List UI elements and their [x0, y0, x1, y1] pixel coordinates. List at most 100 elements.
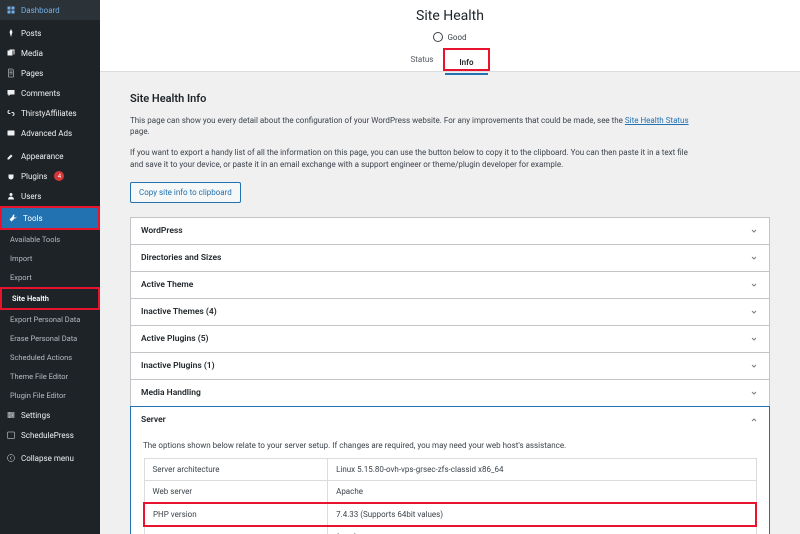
content-body: Site Health Info This page can show you … — [100, 72, 800, 534]
accordion-wordpress[interactable]: WordPress — [130, 217, 770, 245]
accordion-label: Inactive Plugins (1) — [141, 361, 215, 371]
main-content: Site Health Good Status Info Site Health… — [100, 0, 800, 534]
collapse-icon — [6, 453, 16, 463]
accordion-label: Server — [141, 415, 166, 425]
sidebar-item-dashboard[interactable]: Dashboard — [0, 0, 100, 20]
description-1: This page can show you every detail abou… — [130, 115, 690, 137]
admin-sidebar: Dashboard Posts Media Pages Comments Thi… — [0, 0, 100, 534]
accordion-label: Active Plugins (5) — [141, 334, 209, 344]
accordion-server[interactable]: Server The options shown below relate to… — [130, 406, 770, 534]
chevron-down-icon — [749, 334, 759, 344]
sidebar-sub-import[interactable]: Import — [0, 249, 100, 268]
page-header: Site Health Good Status Info — [100, 0, 800, 72]
sidebar-item-tools[interactable]: Tools — [2, 208, 98, 228]
chevron-down-icon — [749, 226, 759, 236]
sidebar-sub-plugin-file-editor[interactable]: Plugin File Editor — [0, 386, 100, 405]
sidebar-label: Pages — [21, 69, 43, 78]
sidebar-sub-available-tools[interactable]: Available Tools — [0, 230, 100, 249]
site-health-status-link[interactable]: Site Health Status — [625, 116, 689, 125]
sidebar-label: Appearance — [21, 152, 64, 161]
settings-icon — [6, 410, 16, 420]
section-title: Site Health Info — [130, 92, 770, 105]
calendar-icon — [6, 430, 16, 440]
user-icon — [6, 191, 16, 201]
sidebar-item-schedulepress[interactable]: SchedulePress — [0, 425, 100, 445]
accordion-inactive-plugins[interactable]: Inactive Plugins (1) — [130, 352, 770, 380]
sidebar-label: Settings — [21, 411, 50, 420]
sidebar-item-media[interactable]: Media — [0, 43, 100, 63]
update-badge: 4 — [54, 171, 64, 181]
sidebar-label: Theme File Editor — [10, 372, 68, 381]
accordion-label: WordPress — [141, 226, 183, 236]
sidebar-label: Erase Personal Data — [10, 334, 77, 343]
table-row-php-version: PHP version7.4.33 (Supports 64bit values… — [144, 503, 756, 526]
sidebar-label: Plugin File Editor — [10, 391, 66, 400]
copy-site-info-button[interactable]: Copy site info to clipboard — [130, 182, 241, 203]
sidebar-label: Export — [10, 273, 32, 282]
accordion-inactive-themes[interactable]: Inactive Themes (4) — [130, 298, 770, 326]
accordion-active-plugins[interactable]: Active Plugins (5) — [130, 325, 770, 353]
sidebar-label: SchedulePress — [21, 431, 74, 440]
accordion-media-handling[interactable]: Media Handling — [130, 379, 770, 407]
table-row: Server architectureLinux 5.15.80-ovh-vps… — [144, 458, 756, 480]
sidebar-sub-scheduled-actions[interactable]: Scheduled Actions — [0, 348, 100, 367]
row-value: Linux 5.15.80-ovh-vps-grsec-zfs-classid … — [328, 458, 756, 480]
sidebar-label: Plugins — [21, 172, 47, 181]
health-status-indicator: Good — [100, 32, 800, 42]
tab-info[interactable]: Info — [445, 52, 487, 75]
accordion-label: Inactive Themes (4) — [141, 307, 217, 317]
comment-icon — [6, 88, 16, 98]
accordion-directories[interactable]: Directories and Sizes — [130, 244, 770, 272]
sidebar-item-users[interactable]: Users — [0, 186, 100, 206]
sidebar-sub-export[interactable]: Export — [0, 268, 100, 287]
media-icon — [6, 48, 16, 58]
sidebar-label: Collapse menu — [21, 454, 74, 463]
sidebar-label: Advanced Ads — [21, 129, 72, 138]
chevron-down-icon — [749, 253, 759, 263]
sidebar-item-pages[interactable]: Pages — [0, 63, 100, 83]
description-2: If you want to export a handy list of al… — [130, 147, 690, 169]
tool-icon — [8, 213, 18, 223]
sidebar-label: Posts — [21, 29, 41, 38]
chevron-down-icon — [749, 307, 759, 317]
row-value: fpm-fcgi — [328, 526, 756, 534]
sidebar-item-settings[interactable]: Settings — [0, 405, 100, 425]
chevron-down-icon — [749, 388, 759, 398]
sidebar-item-advanced-ads[interactable]: Advanced Ads — [0, 123, 100, 143]
sidebar-label: Users — [21, 192, 41, 201]
sidebar-sub-export-personal[interactable]: Export Personal Data — [0, 310, 100, 329]
sidebar-label: ThirstyAffiliates — [21, 109, 77, 118]
accordion-label: Active Theme — [141, 280, 193, 290]
accordion-body-server: The options shown below relate to your s… — [131, 433, 769, 534]
sidebar-label: Scheduled Actions — [10, 353, 72, 362]
sidebar-item-appearance[interactable]: Appearance — [0, 146, 100, 166]
tab-status[interactable]: Status — [410, 55, 433, 64]
header-tabs: Status Info — [100, 48, 800, 71]
ad-icon — [6, 128, 16, 138]
sidebar-label: Import — [10, 254, 32, 263]
sidebar-sub-site-health[interactable]: Site Health — [2, 289, 98, 308]
accordion-label: Media Handling — [141, 388, 201, 398]
sidebar-item-plugins[interactable]: Plugins 4 — [0, 166, 100, 186]
sidebar-sub-erase-personal[interactable]: Erase Personal Data — [0, 329, 100, 348]
accordion-label: Directories and Sizes — [141, 253, 221, 263]
row-value: Apache — [328, 480, 756, 503]
appearance-icon — [6, 151, 16, 161]
table-row: PHP SAPIfpm-fcgi — [144, 526, 756, 534]
row-key: Server architecture — [144, 458, 328, 480]
row-key: Web server — [144, 480, 328, 503]
pin-icon — [6, 28, 16, 38]
sidebar-item-comments[interactable]: Comments — [0, 83, 100, 103]
chevron-down-icon — [749, 361, 759, 371]
sidebar-label: Available Tools — [10, 235, 60, 244]
sidebar-collapse[interactable]: Collapse menu — [0, 448, 100, 468]
table-row: Web serverApache — [144, 480, 756, 503]
sidebar-item-posts[interactable]: Posts — [0, 23, 100, 43]
row-key: PHP SAPI — [144, 526, 328, 534]
link-icon — [6, 108, 16, 118]
accordion-active-theme[interactable]: Active Theme — [130, 271, 770, 299]
plugin-icon — [6, 171, 16, 181]
sidebar-item-thirstyaffiliates[interactable]: ThirstyAffiliates — [0, 103, 100, 123]
sidebar-sub-theme-file-editor[interactable]: Theme File Editor — [0, 367, 100, 386]
dashboard-icon — [6, 5, 16, 15]
